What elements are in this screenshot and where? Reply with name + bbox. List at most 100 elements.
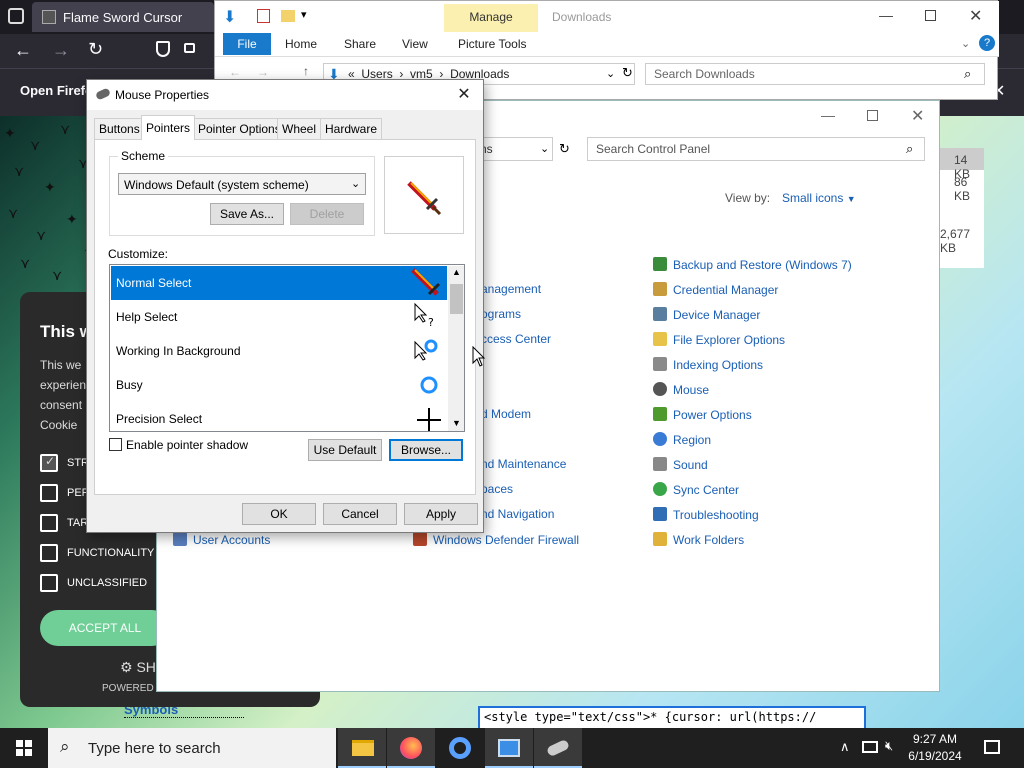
nav-forward-icon[interactable]: → [257,65,269,79]
new-folder-icon[interactable] [281,10,295,22]
ok-button[interactable]: OK [242,503,316,525]
cp-item-device-manager[interactable]: Device Manager [653,307,852,325]
taskbar-firefox[interactable] [387,728,435,768]
maximize-icon[interactable] [925,10,936,21]
tab-pointer-options[interactable]: Pointer Options [193,118,286,139]
notifications-icon[interactable] [984,740,1000,754]
taskbar-chrome[interactable] [436,728,484,768]
list-scrollbar[interactable]: ▲ ▼ [448,266,464,431]
use-default-button[interactable]: Use Default [308,439,382,461]
shield-icon[interactable] [156,41,170,57]
ribbon-expand-icon[interactable]: ⌄ [961,37,970,50]
picture-tools-tab[interactable]: Picture Tools [458,37,526,51]
network-icon[interactable] [862,741,878,753]
show-hidden-icons-icon[interactable]: ∧ [840,739,850,755]
nav-back-icon[interactable]: ← [229,65,241,79]
reload-icon[interactable]: ↻ [88,39,103,60]
firefox-tab[interactable]: Flame Sword Cursor [32,2,214,32]
taskbar-mouse-properties[interactable] [534,728,582,768]
tab-buttons[interactable]: Buttons [94,118,145,139]
help-icon[interactable]: ? [979,35,995,51]
home-tab[interactable]: Home [285,37,317,51]
list-item-help-select[interactable]: Help Select ? [111,300,447,334]
code-snippet-box[interactable]: <style type="text/css">* {cursor: url(ht… [478,706,866,730]
taskbar-search[interactable]: ⌕ Type here to search [48,728,336,768]
cp-item-file-explorer-options[interactable]: File Explorer Options [653,332,852,350]
back-icon[interactable]: ← [14,40,32,61]
control-panel-search[interactable]: Search Control Panel ⌕ [587,137,925,161]
apply-button[interactable]: Apply [404,503,478,525]
save-as-button[interactable]: Save As... [210,203,284,225]
explorer-search[interactable]: Search Downloads ⌕ [645,63,985,85]
cp-item[interactable]: ograms [481,307,521,325]
volume-muted-icon[interactable]: 🔇︎ [885,738,893,754]
customize-qat-icon[interactable]: ▾ [301,8,307,21]
manage-context-tab[interactable]: Manage [444,4,538,32]
cp-item[interactable]: d Modem [481,407,531,425]
checkbox-icon[interactable] [40,544,58,562]
scroll-thumb[interactable] [450,284,463,314]
show-details-button[interactable]: ⚙ SH [120,659,156,676]
close-icon[interactable]: ✕ [911,106,924,126]
minimize-icon[interactable]: — [821,107,835,123]
cp-item-credential-manager[interactable]: Credential Manager [653,282,852,300]
checkbox-checked-icon[interactable]: ✓ [40,454,58,472]
scheme-dropdown[interactable]: Windows Default (system scheme) ⌄ [118,173,366,195]
cp-item[interactable]: ccess Center [481,332,551,350]
cp-item-work-folders[interactable]: Work Folders [653,532,852,550]
nav-up-icon[interactable]: ↑ [303,64,309,78]
scroll-down-icon[interactable]: ▼ [452,418,461,428]
cp-item[interactable]: nd Maintenance [481,457,566,475]
refresh-icon[interactable]: ↻ [622,65,633,81]
tab-wheel[interactable]: Wheel [277,118,322,139]
list-item-working-in-background[interactable]: Working In Background [111,334,447,368]
cp-item[interactable]: nd Navigation [481,507,554,525]
list-item-normal-select[interactable]: Normal Select [111,266,447,300]
tab-pointers[interactable]: Pointers [141,115,196,140]
quick-access-download-icon[interactable]: ⬇ [223,7,236,27]
forward-icon[interactable]: → [52,40,70,61]
refresh-icon[interactable]: ↻ [559,141,570,157]
properties-icon[interactable] [257,9,270,23]
cp-item-troubleshooting[interactable]: Troubleshooting [653,507,852,525]
list-item-precision-select[interactable]: Precision Select [111,402,447,431]
file-tab[interactable]: File [223,33,271,55]
tab-list-icon[interactable] [8,8,24,24]
dialog-close-icon[interactable]: ✕ [449,84,479,106]
checkbox-icon[interactable] [40,574,58,592]
chevron-down-icon[interactable]: ⌄ [540,142,549,155]
minimize-icon[interactable]: — [879,7,893,23]
cp-item-user-accounts[interactable]: User Accounts [173,532,270,550]
cp-item-sound[interactable]: Sound [653,457,852,475]
taskbar-control-panel[interactable] [485,728,533,768]
cp-item[interactable]: anagement [481,282,541,300]
windows-start-icon[interactable] [16,740,32,756]
cp-item-region[interactable]: Region [653,432,852,450]
pointer-shadow-checkbox[interactable] [109,438,122,451]
close-icon[interactable]: ✕ [969,6,982,26]
browse-button[interactable]: Browse... [389,439,463,461]
address-dropdown-icon[interactable]: ⌄ [606,67,615,80]
checkbox-icon[interactable] [40,484,58,502]
share-tab[interactable]: Share [344,37,376,51]
view-by-dropdown[interactable]: Small icons ▼ [782,191,856,205]
cursor-list[interactable]: Normal Select Help Select ? Working In B… [109,264,465,432]
cancel-button[interactable]: Cancel [323,503,397,525]
cp-item-sync-center[interactable]: Sync Center [653,482,852,500]
lock-icon[interactable] [184,43,195,53]
taskbar-clock[interactable]: 9:27 AM 6/19/2024 [900,731,970,765]
accept-all-button[interactable]: ACCEPT ALL [40,610,170,646]
delete-button[interactable]: Delete [290,203,364,225]
view-tab[interactable]: View [402,37,428,51]
cp-item-indexing-options[interactable]: Indexing Options [653,357,852,375]
taskbar-file-explorer[interactable] [338,728,386,768]
cp-item-power-options[interactable]: Power Options [653,407,852,425]
tab-hardware[interactable]: Hardware [320,118,383,139]
scroll-up-icon[interactable]: ▲ [452,267,461,277]
cp-item-backup-restore[interactable]: Backup and Restore (Windows 7) [653,257,852,275]
cp-item[interactable]: paces [481,482,513,500]
cp-item-firewall[interactable]: Windows Defender Firewall [413,532,579,550]
cp-item-mouse[interactable]: Mouse [653,382,852,400]
maximize-icon[interactable] [867,110,878,121]
checkbox-icon[interactable] [40,514,58,532]
